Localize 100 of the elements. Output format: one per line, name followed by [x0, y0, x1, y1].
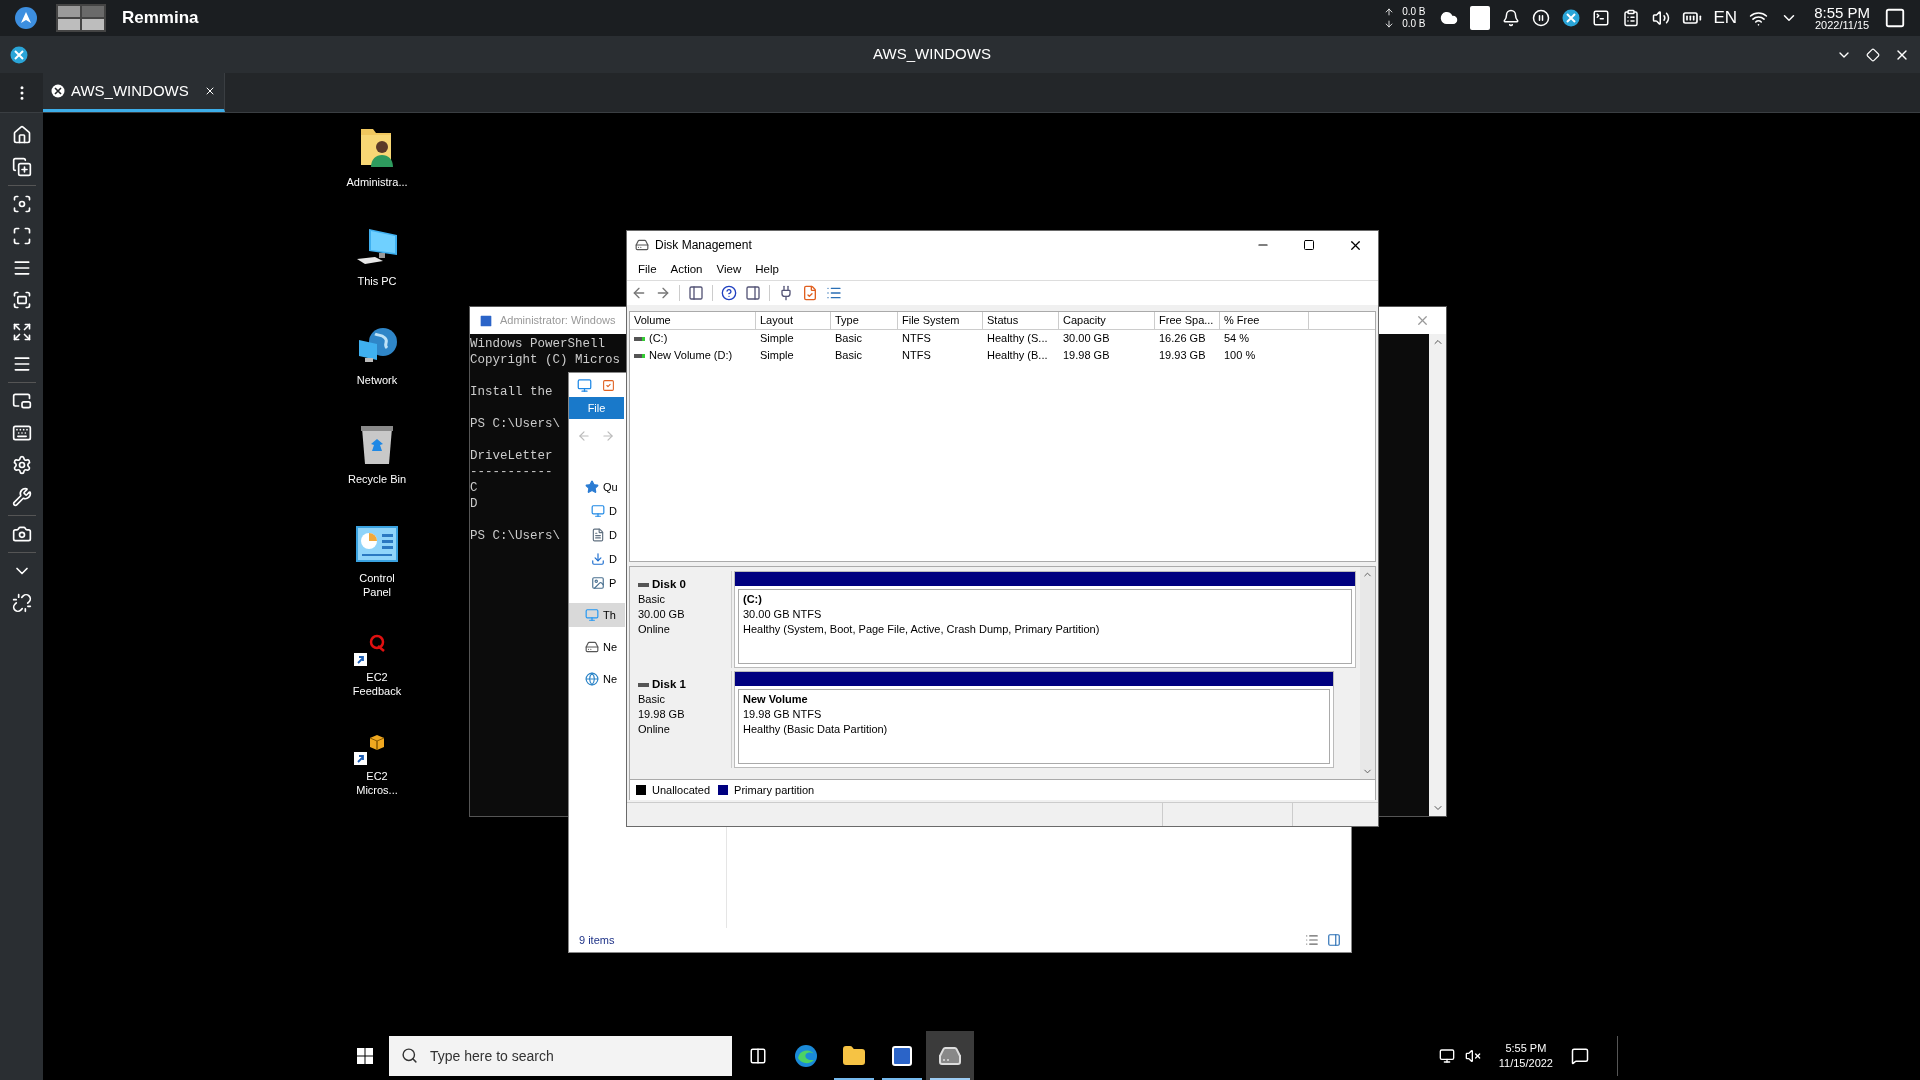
table-cell-text: Basic — [835, 331, 862, 347]
search-field[interactable]: Type here to search — [389, 1035, 732, 1076]
partition-block[interactable]: (C:) 30.00 GB NTFS Healthy (System, Boot, Page File, Active, Crash Dump, Primary Partition) — [734, 571, 1356, 668]
desktop-icon-label[interactable]: Network — [356, 373, 398, 387]
tiles-view-icon[interactable] — [1327, 933, 1341, 947]
help-icon[interactable] — [721, 285, 737, 301]
table-cell-text: New Volume (D:) — [649, 348, 733, 364]
workspace-switcher[interactable] — [56, 4, 106, 32]
table-cell-text: 16.26 GB — [1159, 331, 1206, 347]
navigation-item[interactable]: D — [569, 523, 625, 547]
fullscreen-icon[interactable] — [11, 226, 32, 246]
bell-icon[interactable] — [1501, 9, 1520, 27]
navigation-item[interactable]: Qu — [569, 475, 625, 499]
file-tab[interactable]: File — [569, 397, 624, 419]
column-header[interactable]: Type — [831, 312, 898, 329]
list-icon[interactable] — [826, 285, 842, 301]
running-indicator — [882, 1078, 922, 1080]
clock-date[interactable]: 2022/11/15 — [1814, 20, 1870, 31]
launcher-icon[interactable] — [14, 6, 38, 30]
disk-status: Online — [638, 622, 671, 637]
new-window-icon[interactable] — [11, 157, 32, 177]
menu-item[interactable]: View — [709, 260, 749, 279]
volume-icon[interactable] — [1651, 9, 1670, 27]
windows-logo-icon[interactable] — [357, 1047, 373, 1064]
clock-time[interactable]: 8:55 PM — [1814, 5, 1870, 20]
table-cell-text: 100 % — [1224, 348, 1256, 364]
keyboard-icon[interactable] — [11, 423, 32, 443]
show-desktop-icon[interactable] — [1884, 7, 1906, 29]
table-cell-text: NTFS — [902, 348, 931, 364]
taskbar-app-button[interactable] — [926, 1031, 974, 1080]
wrench-icon[interactable] — [11, 487, 32, 507]
disconnect-icon[interactable] — [11, 593, 32, 613]
table-cell-text: Basic — [835, 348, 862, 364]
navigation-item[interactable]: P — [569, 571, 625, 595]
navigation-item[interactable]: Ne — [569, 667, 625, 691]
browser-icon — [794, 1043, 818, 1068]
column-header[interactable]: % Free — [1220, 312, 1309, 329]
picture-in-picture-icon[interactable] — [11, 391, 32, 411]
control-panel-icon — [355, 525, 399, 563]
clock-date[interactable]: 11/15/2022 — [1498, 1055, 1553, 1071]
column-header[interactable]: Capacity — [1059, 312, 1155, 329]
navigation-item[interactable]: D — [569, 547, 625, 571]
menu-item[interactable]: Help — [748, 260, 786, 279]
close-icon[interactable] — [204, 85, 216, 97]
panel-icon[interactable] — [745, 285, 761, 301]
navigation-item[interactable]: Ne — [569, 635, 625, 659]
tab-label: AWS_WINDOWS — [71, 80, 189, 101]
table-cell-text: 19.98 GB — [1063, 348, 1110, 364]
scale-icon[interactable] — [11, 290, 32, 310]
details-view-icon[interactable] — [1305, 933, 1319, 947]
computer-icon — [585, 608, 599, 622]
camera-icon[interactable] — [11, 524, 32, 544]
terminal-icon[interactable] — [1591, 9, 1610, 27]
drive-icon — [635, 238, 649, 252]
desktop-icon-label[interactable]: Recycle Bin — [347, 472, 407, 486]
session-tab[interactable]: AWS_WINDOWS — [43, 73, 225, 112]
column-header[interactable]: Free Spa... — [1155, 312, 1220, 329]
home-icon[interactable] — [11, 125, 32, 145]
desktop-icon-label[interactable]: Administra... — [346, 175, 408, 189]
table-cell-text: Simple — [760, 331, 794, 347]
partition-block[interactable]: New Volume 19.98 GB NTFS Healthy (Basic Data Partition) — [734, 671, 1334, 768]
table-cell-text: (C:) — [649, 331, 668, 347]
menu-item[interactable]: File — [631, 260, 664, 279]
panel-icon[interactable] — [688, 285, 704, 301]
column-header[interactable]: Layout — [756, 312, 831, 329]
network-icon[interactable] — [1438, 1047, 1455, 1064]
column-header[interactable]: Volume — [630, 312, 756, 329]
monitor-icon[interactable] — [577, 377, 592, 393]
remote-desktop-icon[interactable] — [1561, 9, 1580, 27]
checklist-icon[interactable] — [802, 285, 818, 301]
plug-icon[interactable] — [778, 285, 794, 301]
checkbox-icon[interactable] — [602, 378, 615, 392]
desktop-icon-label[interactable]: EC2 Micros... — [346, 769, 408, 797]
notification-icon[interactable] — [1571, 1046, 1589, 1065]
clock-time[interactable]: 5:55 PM — [1505, 1040, 1547, 1056]
column-header[interactable]: Status — [983, 312, 1059, 329]
volume-muted-icon[interactable] — [1464, 1047, 1481, 1064]
partition-health: Healthy (Basic Data Partition) — [743, 722, 889, 737]
upload-rate: 0.0 B — [1402, 6, 1426, 18]
table-cell-text: 19.93 GB — [1159, 348, 1206, 364]
desktop-icon-label[interactable]: Control Panel — [346, 571, 408, 599]
drive-icon — [634, 353, 645, 358]
desktop-icon-label[interactable]: This PC — [357, 274, 397, 288]
window-title: AWS_WINDOWS — [873, 44, 991, 65]
clipboard-list-icon[interactable] — [1621, 9, 1640, 27]
item-count: 9 items — [579, 932, 615, 948]
monitor-icon — [591, 504, 605, 518]
pause-icon[interactable] — [1531, 9, 1550, 27]
settings-icon[interactable] — [11, 455, 32, 475]
console-line: Windows PowerShell — [470, 336, 606, 352]
language-indicator[interactable]: EN — [1713, 5, 1738, 31]
navigation-item[interactable]: D — [569, 499, 625, 523]
focus-icon[interactable] — [11, 194, 32, 214]
menu-item[interactable]: Action — [663, 260, 710, 279]
expand-icon[interactable] — [11, 322, 32, 342]
disk-size: 19.98 GB — [638, 707, 686, 722]
desktop-icon-label[interactable]: EC2 Feedback — [346, 670, 408, 698]
column-header[interactable]: File System — [898, 312, 983, 329]
cloud-icon[interactable] — [1439, 9, 1458, 27]
navigation-item[interactable]: Th — [569, 603, 625, 627]
